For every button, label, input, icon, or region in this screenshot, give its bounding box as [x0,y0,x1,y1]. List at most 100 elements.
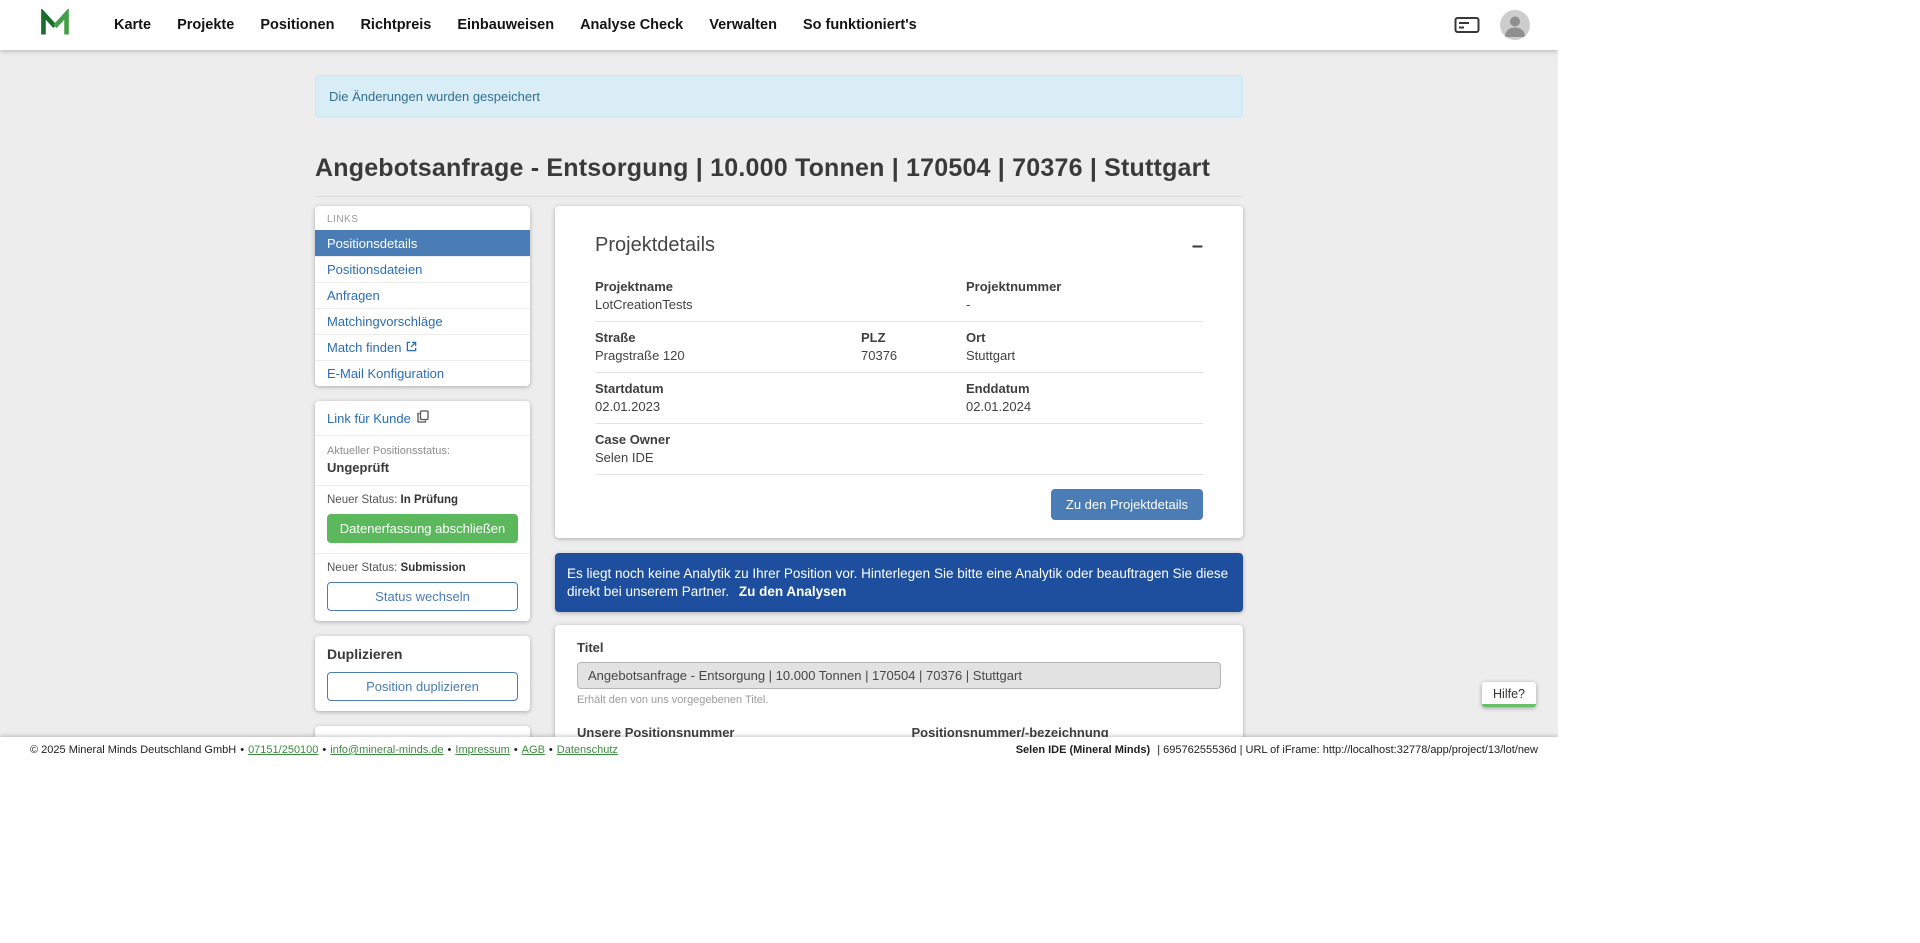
titel-input [577,662,1221,689]
project-row-owner: Case Owner Selen IDE [595,424,1203,475]
project-details-button[interactable]: Zu den Projektdetails [1051,489,1203,520]
sidebar-item-match-finden[interactable]: Match finden [315,334,530,360]
cancel-card: Stornieren Stornieren ▾ [315,726,530,737]
field-value: 02.01.2024 [966,399,1203,414]
footer-separator: • [240,744,244,756]
help-button[interactable]: Hilfe? [1482,682,1536,707]
saved-alert: Die Änderungen wurden gespeichert [315,75,1243,118]
our-number-label: Unsere Positionsnummer [577,725,887,737]
next-status-label: Neuer Status: [327,562,397,574]
status-section-1: Neuer Status: In Prüfung Datenerfassung … [315,486,530,554]
pos-number-field: Positionsnummer/-bezeichnung Z.B. Intern… [912,725,1222,737]
field-value: - [966,297,1203,312]
copyright-text: © 2025 Mineral Minds Deutschland GmbH [30,744,236,756]
footer-link-agb[interactable]: AGB [522,744,545,756]
footer-separator: • [448,744,452,756]
field-projektnummer: Projektnummer - [966,279,1203,312]
collapse-icon[interactable]: – [1192,236,1203,256]
field-value: 70376 [861,348,966,363]
footer-link-impressum[interactable]: Impressum [455,744,509,756]
position-form-card: Titel Erhält den von uns vorgegebenen Ti… [555,625,1243,737]
sidebar-item-label: E-Mail Konfiguration [327,366,444,381]
footer-separator: • [322,744,326,756]
nav-item-karte[interactable]: Karte [114,17,151,33]
footer-right: Selen IDE (Mineral Minds) | 69576255536d… [1016,744,1538,756]
duplicate-card: Duplizieren Position duplizieren [315,636,530,711]
mineral-minds-logo-icon [40,9,70,42]
field-value: Selen IDE [595,450,861,465]
field-label: Projektnummer [966,279,1203,294]
field-value: 02.01.2023 [595,399,861,414]
nav-item-positionen[interactable]: Positionen [260,17,334,33]
sidebar-links-card: LINKS Positionsdetails Positionsdateien … [315,206,530,386]
project-row-dates: Startdatum 02.01.2023 Enddatum 02.01.202… [595,373,1203,424]
duplicate-title: Duplizieren [327,646,518,662]
footer-link-datenschutz[interactable]: Datenschutz [557,744,618,756]
footer-separator: • [514,744,518,756]
field-label: Enddatum [966,381,1203,396]
field-case-owner: Case Owner Selen IDE [595,432,861,465]
nav-item-so-funktionierts[interactable]: So funktioniert's [803,17,917,33]
switch-status-button[interactable]: Status wechseln [327,582,518,611]
duplicate-position-button[interactable]: Position duplizieren [327,672,518,701]
server-icon[interactable] [1454,15,1480,35]
complete-data-entry-button[interactable]: Datenerfassung abschließen [327,514,518,543]
sidebar-item-label: Positionsdateien [327,262,422,277]
analytics-link[interactable]: Zu den Analysen [739,584,847,599]
field-label: Projektname [595,279,861,294]
next-status-value: In Prüfung [401,494,459,506]
brand-logo[interactable] [40,9,70,42]
nav-item-einbauweisen[interactable]: Einbauweisen [457,17,554,33]
sidebar-item-label: Matchingvorschläge [327,314,443,329]
main-navigation: Karte Projekte Positionen Richtpreis Ein… [114,17,917,33]
sidebar-item-label: Match finden [327,340,401,355]
nav-item-richtpreis[interactable]: Richtpreis [360,17,431,33]
sidebar-item-label: Anfragen [327,288,380,303]
field-label: Case Owner [595,432,861,447]
next-status-line-1: Neuer Status: In Prüfung [315,486,530,508]
field-value: Stuttgart [966,348,1203,363]
project-row-name: Projektname LotCreationTests Projektnumm… [595,271,1203,322]
analytics-banner-text: Es liegt noch keine Analytik zu Ihrer Po… [567,566,1228,599]
field-label: Ort [966,330,1203,345]
field-projektname: Projektname LotCreationTests [595,279,861,312]
field-plz: PLZ 70376 [861,330,966,363]
app-frame: Karte Projekte Positionen Richtpreis Ein… [0,0,1558,763]
sidebar-item-email-konfiguration[interactable]: E-Mail Konfiguration [315,360,530,386]
navbar-right [1454,10,1530,40]
sidebar-item-positionsdateien[interactable]: Positionsdateien [315,256,530,282]
field-label: Straße [595,330,861,345]
field-value: LotCreationTests [595,297,861,312]
top-navbar: Karte Projekte Positionen Richtpreis Ein… [0,0,1558,50]
project-details-card: Projektdetails – Projektname LotCreation… [555,206,1243,538]
nav-item-projekte[interactable]: Projekte [177,17,234,33]
next-status-label: Neuer Status: [327,494,397,506]
sidebar-item-positionsdetails[interactable]: Positionsdetails [315,230,530,256]
field-ort: Ort Stuttgart [966,330,1203,363]
external-link-icon [406,340,417,355]
footer: © 2025 Mineral Minds Deutschland GmbH • … [0,737,1558,763]
project-details-title: Projektdetails [595,234,715,257]
nav-item-verwalten[interactable]: Verwalten [709,17,777,33]
page-title: Angebotsanfrage - Entsorgung | 10.000 To… [315,154,1243,183]
footer-link-phone[interactable]: 07151/250100 [248,744,318,756]
saved-alert-text: Die Änderungen wurden gespeichert [329,89,540,104]
field-strasse: Straße Pragstraße 120 [595,330,861,363]
field-value: Pragstraße 120 [595,348,861,363]
sidebar-item-matchingvorschlaege[interactable]: Matchingvorschläge [315,308,530,334]
customer-link-label: Link für Kunde [327,411,411,426]
customer-link[interactable]: Link für Kunde [315,401,530,436]
current-status-value: Ungeprüft [327,460,518,475]
nav-item-analyse-check[interactable]: Analyse Check [580,17,683,33]
field-label: Startdatum [595,381,861,396]
current-status-block: Aktueller Positionsstatus: Ungeprüft [315,436,530,486]
status-card: Link für Kunde Aktueller Positionsstatus… [315,401,530,621]
footer-link-email[interactable]: info@mineral-minds.de [330,744,443,756]
footer-user: Selen IDE (Mineral Minds) [1016,744,1150,756]
user-avatar[interactable] [1500,10,1530,40]
field-enddatum: Enddatum 02.01.2024 [966,381,1203,414]
content-area: Die Änderungen wurden gespeichert Angebo… [0,50,1558,737]
our-number-field: Unsere Positionsnummer Erhält eine syste… [577,725,887,737]
titel-help: Erhält den von uns vorgegebenen Titel. [577,694,1221,706]
sidebar-item-anfragen[interactable]: Anfragen [315,282,530,308]
